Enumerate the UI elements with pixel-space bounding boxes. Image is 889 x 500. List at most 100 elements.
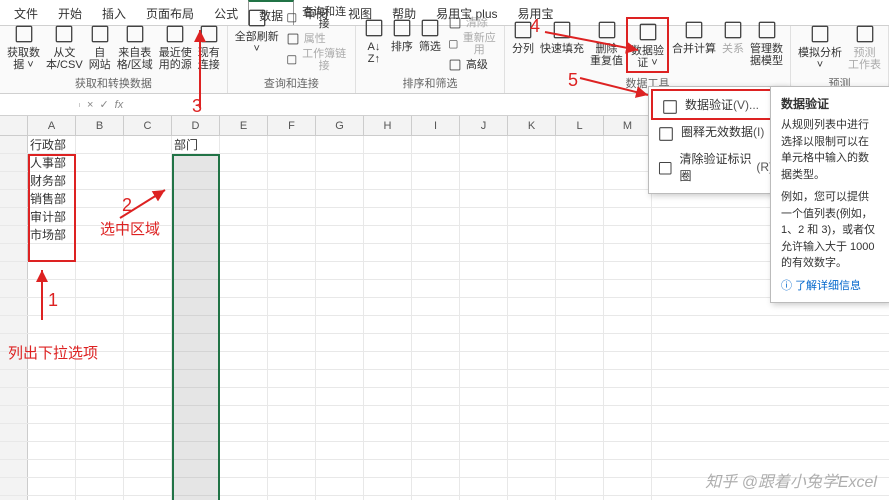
cell-B11[interactable] (76, 316, 124, 333)
cell-G3[interactable] (316, 172, 364, 189)
row-header-21[interactable] (0, 496, 28, 500)
cell-K7[interactable] (508, 244, 556, 261)
row-header-5[interactable] (0, 208, 28, 225)
data-model[interactable]: 管理数 据模型 (747, 17, 786, 69)
cell-L5[interactable] (556, 208, 604, 225)
cell-D12[interactable] (172, 334, 220, 351)
cell-D14[interactable] (172, 370, 220, 387)
cell-K1[interactable] (508, 136, 556, 153)
cell-D17[interactable] (172, 424, 220, 441)
cell-D21[interactable] (172, 496, 220, 500)
cell-A6[interactable]: 市场部 (28, 226, 76, 243)
queries-connections[interactable]: 查询和连接 (282, 5, 351, 31)
cell-E5[interactable] (220, 208, 268, 225)
cell-A4[interactable]: 销售部 (28, 190, 76, 207)
cell-H12[interactable] (364, 334, 412, 351)
cell-E16[interactable] (220, 406, 268, 423)
row-header-19[interactable] (0, 460, 28, 477)
cell-J7[interactable] (460, 244, 508, 261)
cell-C12[interactable] (124, 334, 172, 351)
col-header-L[interactable]: L (556, 116, 604, 135)
cell-I10[interactable] (412, 298, 460, 315)
cell-L18[interactable] (556, 442, 604, 459)
cell-M4[interactable] (604, 190, 652, 207)
row-header-17[interactable] (0, 424, 28, 441)
cell-M6[interactable] (604, 226, 652, 243)
cell-K5[interactable] (508, 208, 556, 225)
cell-B17[interactable] (76, 424, 124, 441)
cell-H7[interactable] (364, 244, 412, 261)
cell-K10[interactable] (508, 298, 556, 315)
cell-F6[interactable] (268, 226, 316, 243)
cell-I21[interactable] (412, 496, 460, 500)
cell-C15[interactable] (124, 388, 172, 405)
cell-F13[interactable] (268, 352, 316, 369)
cell-I6[interactable] (412, 226, 460, 243)
cell-M18[interactable] (604, 442, 652, 459)
cell-G18[interactable] (316, 442, 364, 459)
cell-G8[interactable] (316, 262, 364, 279)
cell-C9[interactable] (124, 280, 172, 297)
cell-L17[interactable] (556, 424, 604, 441)
cell-G1[interactable] (316, 136, 364, 153)
cell-F9[interactable] (268, 280, 316, 297)
cell-K17[interactable] (508, 424, 556, 441)
cell-M15[interactable] (604, 388, 652, 405)
cell-A14[interactable] (28, 370, 76, 387)
cell-I3[interactable] (412, 172, 460, 189)
cell-A19[interactable] (28, 460, 76, 477)
cell-M14[interactable] (604, 370, 652, 387)
cell-C14[interactable] (124, 370, 172, 387)
cell-E2[interactable] (220, 154, 268, 171)
cell-L6[interactable] (556, 226, 604, 243)
cell-G17[interactable] (316, 424, 364, 441)
col-header-C[interactable]: C (124, 116, 172, 135)
cell-J21[interactable] (460, 496, 508, 500)
cell-A11[interactable] (28, 316, 76, 333)
from-text-csv[interactable]: 从文 本/CSV (43, 21, 86, 73)
cell-D15[interactable] (172, 388, 220, 405)
cell-A5[interactable]: 审计部 (28, 208, 76, 225)
cell-F18[interactable] (268, 442, 316, 459)
cell-C11[interactable] (124, 316, 172, 333)
cell-A20[interactable] (28, 478, 76, 495)
col-header-I[interactable]: I (412, 116, 460, 135)
cell-A13[interactable] (28, 352, 76, 369)
cell-G6[interactable] (316, 226, 364, 243)
cell-C18[interactable] (124, 442, 172, 459)
cell-E13[interactable] (220, 352, 268, 369)
cell-L10[interactable] (556, 298, 604, 315)
cell-F4[interactable] (268, 190, 316, 207)
cell-F17[interactable] (268, 424, 316, 441)
row-header-16[interactable] (0, 406, 28, 423)
cell-G9[interactable] (316, 280, 364, 297)
existing-connections[interactable]: 现有 连接 (195, 21, 223, 73)
col-header-M[interactable]: M (604, 116, 652, 135)
cell-B15[interactable] (76, 388, 124, 405)
dd-clear-circles[interactable]: 清除验证标识圈(R) (649, 145, 787, 189)
cell-J2[interactable] (460, 154, 508, 171)
cell-A18[interactable] (28, 442, 76, 459)
cell-D20[interactable] (172, 478, 220, 495)
col-header-K[interactable]: K (508, 116, 556, 135)
cell-K15[interactable] (508, 388, 556, 405)
cell-L2[interactable] (556, 154, 604, 171)
cell-I17[interactable] (412, 424, 460, 441)
cell-D6[interactable] (172, 226, 220, 243)
cell-G15[interactable] (316, 388, 364, 405)
cell-I2[interactable] (412, 154, 460, 171)
cell-D7[interactable] (172, 244, 220, 261)
from-web[interactable]: 自 网站 (86, 21, 114, 73)
cell-L12[interactable] (556, 334, 604, 351)
col-header-J[interactable]: J (460, 116, 508, 135)
col-header-D[interactable]: D (172, 116, 220, 135)
row-header-11[interactable] (0, 316, 28, 333)
cell-I13[interactable] (412, 352, 460, 369)
dd-circle-invalid[interactable]: 圈释无效数据(I) (649, 118, 787, 145)
cell-F1[interactable] (268, 136, 316, 153)
cell-G2[interactable] (316, 154, 364, 171)
advanced-filter[interactable]: 高级 (444, 57, 500, 73)
cell-J9[interactable] (460, 280, 508, 297)
cell-E11[interactable] (220, 316, 268, 333)
cell-L20[interactable] (556, 478, 604, 495)
